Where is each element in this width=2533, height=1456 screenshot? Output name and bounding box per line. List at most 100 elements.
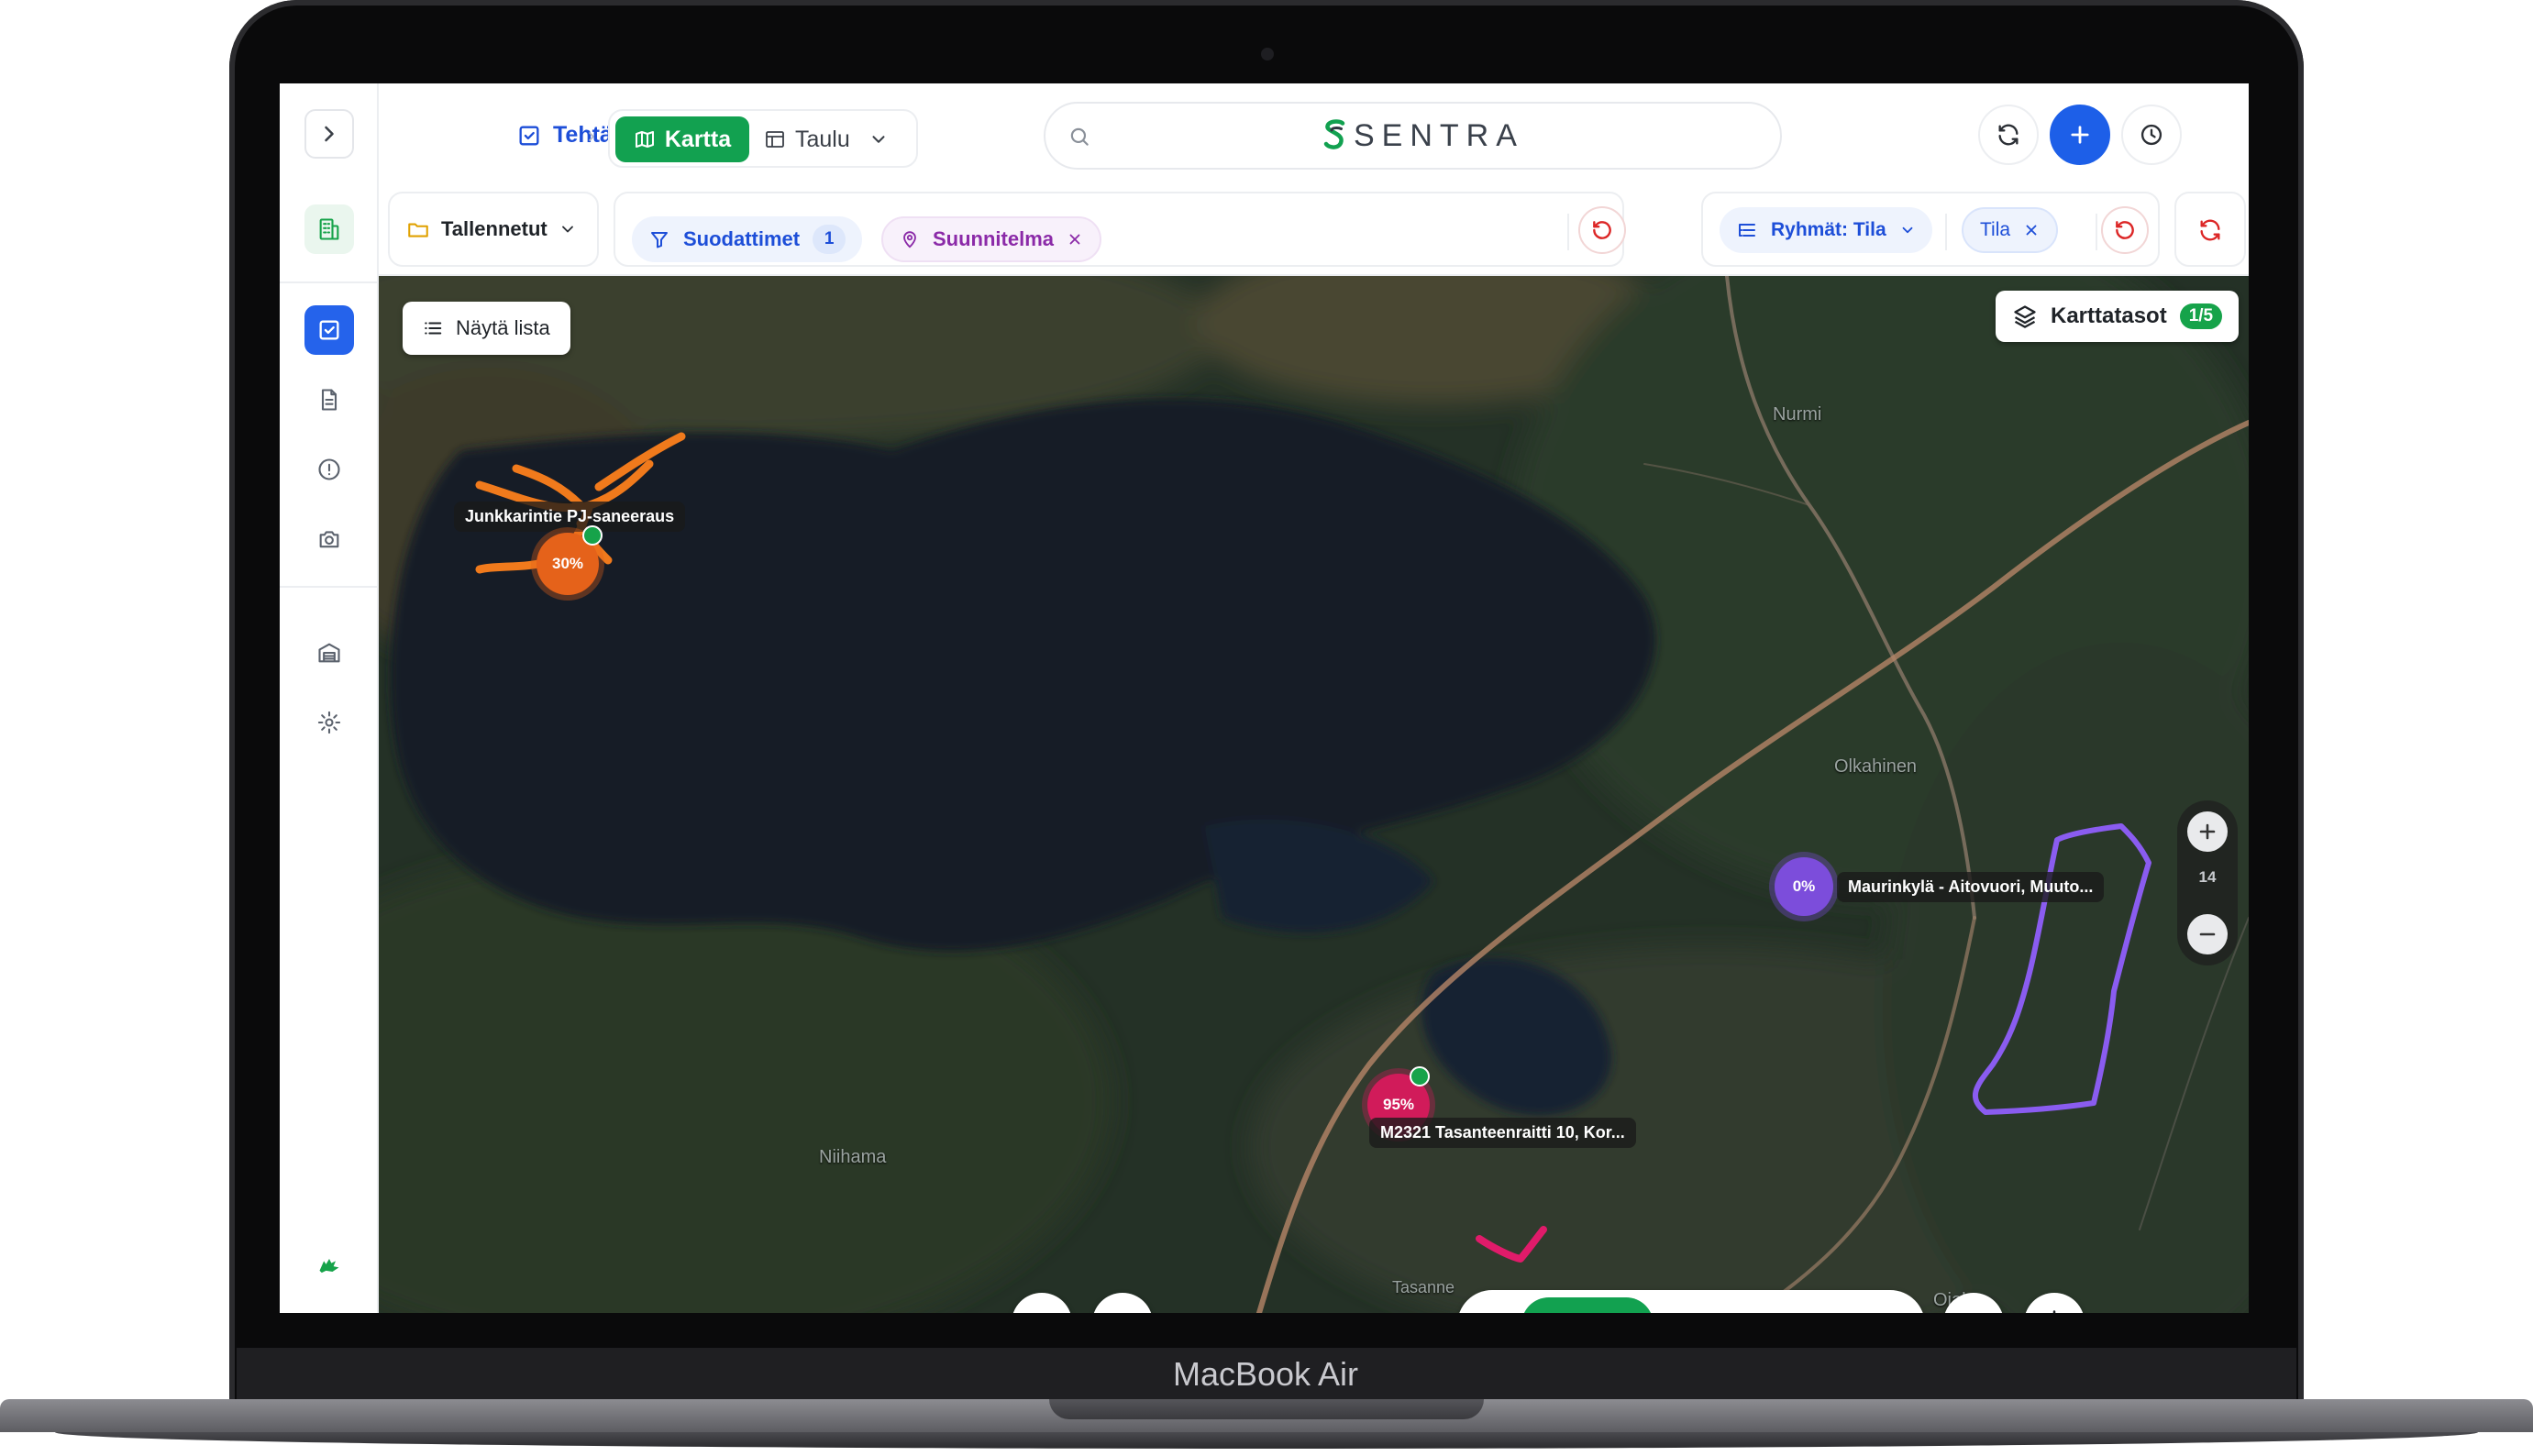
project-label[interactable]: M2321 Tasanteenraitti 10, Kor... bbox=[1369, 1118, 1636, 1148]
draw-mode-switcher: Reitti Kaivu Alue bbox=[1457, 1290, 1925, 1313]
clock-icon bbox=[2140, 124, 2162, 146]
table-view-label: Taulu bbox=[795, 126, 850, 152]
view-switcher: Kartta Taulu bbox=[608, 109, 918, 168]
list-tree-icon bbox=[1739, 224, 1755, 237]
sidebar-divider bbox=[280, 586, 379, 588]
filters-count-badge: 1 bbox=[813, 225, 846, 254]
table-icon bbox=[766, 131, 784, 148]
saved-filters-label: Tallennetut bbox=[441, 217, 548, 240]
group-chip-status[interactable]: Tila bbox=[1962, 207, 2059, 253]
chevron-down-icon bbox=[561, 226, 573, 233]
refresh-icon bbox=[1998, 124, 2019, 146]
plan-chip-label: Suunnitelma bbox=[933, 227, 1055, 250]
show-list-button[interactable]: Näytä lista bbox=[403, 302, 570, 355]
search-icon bbox=[1070, 127, 1089, 146]
project-label[interactable]: Junkkarintie PJ-saneeraus bbox=[454, 502, 686, 532]
mode-route-tab[interactable]: Reitti bbox=[1521, 1297, 1654, 1313]
show-list-label: Näytä lista bbox=[456, 316, 550, 339]
mode-dig-tab[interactable]: Kaivu bbox=[1659, 1297, 1787, 1313]
plan-chip[interactable]: Suunnitelma bbox=[881, 216, 1102, 262]
app-screen: Tehtävät Kartta Taulu SENTRA Tallennetut… bbox=[280, 83, 2249, 1313]
add-button[interactable] bbox=[2050, 105, 2110, 165]
more-horizontal-icon bbox=[1029, 1310, 1055, 1313]
checkbox-icon bbox=[519, 126, 539, 145]
plus-icon bbox=[2071, 126, 2089, 144]
zoom-out-button[interactable] bbox=[2187, 914, 2228, 954]
saved-filters-content: Tallennetut bbox=[406, 217, 577, 241]
place-label: Nurmi bbox=[1773, 404, 1822, 425]
history-button[interactable] bbox=[2121, 105, 2182, 165]
sidebar-expand-button[interactable] bbox=[304, 109, 354, 159]
laptop-label: MacBook Air bbox=[1172, 1355, 1359, 1393]
filter-icon bbox=[651, 232, 668, 248]
sliders-icon bbox=[1110, 1310, 1135, 1313]
map-layers-count: 1/5 bbox=[2179, 303, 2223, 329]
filter-bar: Tallennetut Suodattimet 1 Suunnitelma Ry… bbox=[379, 184, 2249, 276]
sidebar-item-settings[interactable] bbox=[304, 698, 354, 747]
project-label[interactable]: Maurinkylä - Aitovuori, Muuto... bbox=[1837, 872, 2105, 902]
reset-grouping-button[interactable] bbox=[2101, 206, 2149, 254]
wolf-logo-icon bbox=[319, 1259, 339, 1274]
close-icon[interactable] bbox=[2023, 222, 2040, 238]
satellite-background bbox=[379, 276, 2249, 1313]
chevron-down-icon bbox=[1902, 226, 1913, 234]
checkbox-icon bbox=[319, 320, 339, 340]
place-label: Niihama bbox=[819, 1147, 887, 1167]
filters-label: Suodattimet bbox=[683, 227, 801, 250]
reset-filters-button[interactable] bbox=[1578, 206, 1626, 254]
place-label: Olkahinen bbox=[1834, 756, 1918, 777]
zoom-in-button[interactable] bbox=[2187, 811, 2228, 852]
search-bar[interactable]: SENTRA bbox=[1044, 102, 1782, 170]
sidebar-item-photos[interactable] bbox=[304, 514, 354, 564]
filter-divider bbox=[1567, 214, 1569, 250]
task-count-badge bbox=[582, 525, 603, 546]
map-canvas[interactable]: Nurmi Olkahinen Niihama Ojala Tasanne Nä… bbox=[379, 276, 2249, 1313]
user-pin-icon[interactable] bbox=[1481, 1312, 1507, 1313]
sidebar-item-warehouse[interactable] bbox=[304, 628, 354, 678]
sidebar-divider bbox=[280, 281, 379, 283]
minus-icon bbox=[2199, 932, 2216, 936]
filter-chips-box: Suodattimet 1 Suunnitelma bbox=[614, 192, 1626, 267]
camera-dot bbox=[1261, 48, 1274, 61]
laptop-base-bottom bbox=[55, 1432, 2478, 1449]
group-divider bbox=[2096, 214, 2097, 250]
chevron-down-icon[interactable] bbox=[868, 129, 889, 149]
map-layers-label: Karttatasot bbox=[2051, 303, 2167, 328]
chevron-right-icon bbox=[589, 132, 594, 141]
map-view-label: Kartta bbox=[664, 126, 732, 152]
rotate-ccw-icon bbox=[2116, 221, 2134, 239]
project-progress-marker[interactable]: 0% bbox=[1775, 857, 1833, 916]
map-layers-button[interactable]: Karttatasot 1/5 bbox=[1996, 291, 2240, 342]
sync-button[interactable] bbox=[1978, 105, 2039, 165]
list-icon bbox=[425, 322, 442, 335]
refresh-data-button[interactable] bbox=[2186, 206, 2234, 254]
laptop-hinge-notch bbox=[1049, 1399, 1484, 1419]
layers-icon bbox=[2014, 305, 2036, 328]
organization-button[interactable] bbox=[304, 204, 354, 254]
zoom-control: 14 bbox=[2177, 800, 2238, 965]
sidebar-item-alerts[interactable] bbox=[304, 445, 354, 494]
maximize-icon bbox=[1961, 1310, 1986, 1313]
group-by-dropdown[interactable]: Ryhmät: Tila bbox=[1720, 207, 1932, 253]
zoom-level: 14 bbox=[2198, 868, 2217, 886]
app-logo-button[interactable] bbox=[304, 1241, 354, 1290]
stage: MacBook Air Tehtävät Kartta Taulu SENTRA… bbox=[0, 0, 2533, 1456]
sidebar-item-documents[interactable] bbox=[304, 375, 354, 425]
camera-icon bbox=[319, 531, 339, 548]
warehouse-icon bbox=[318, 643, 340, 663]
crosshair-icon bbox=[2052, 1310, 2056, 1313]
filters-chip[interactable]: Suodattimet 1 bbox=[632, 216, 863, 262]
map-view-tab[interactable]: Kartta bbox=[615, 116, 749, 162]
alert-circle-icon bbox=[318, 458, 340, 480]
mode-area-tab[interactable]: Alue bbox=[1791, 1297, 1919, 1313]
sidebar-item-tasks[interactable] bbox=[304, 305, 354, 355]
gear-icon bbox=[317, 711, 341, 734]
close-icon[interactable] bbox=[1067, 231, 1083, 248]
brand-logo: SENTRA bbox=[1321, 116, 1524, 155]
saved-filters-dropdown[interactable]: Tallennetut bbox=[388, 192, 599, 267]
group-chip-label: Tila bbox=[1980, 219, 2011, 240]
plus-icon bbox=[2199, 823, 2216, 840]
table-view-tab[interactable]: Taulu bbox=[764, 116, 889, 162]
document-icon bbox=[321, 389, 337, 411]
brand-logo-text: SENTRA bbox=[1354, 117, 1524, 153]
